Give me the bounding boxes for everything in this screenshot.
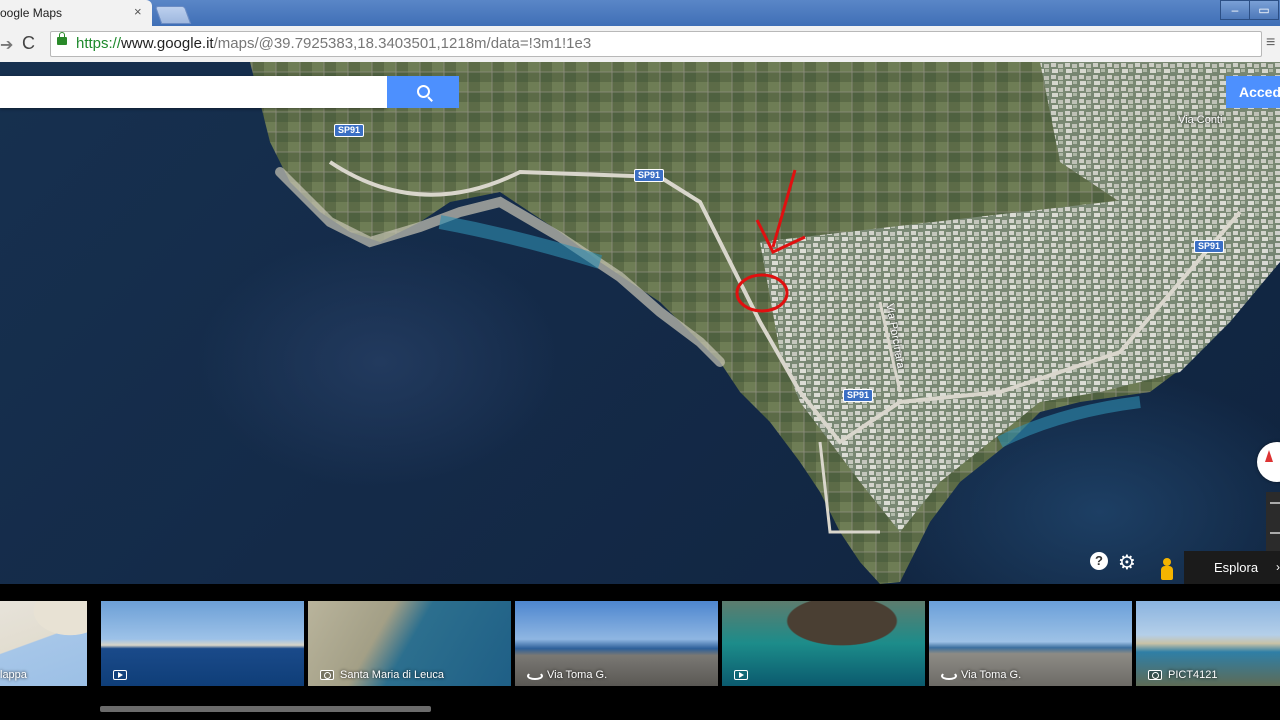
video-icon [734, 670, 748, 680]
road-label-sp91: SP91 [634, 169, 665, 182]
menu-icon[interactable]: ≡ [1266, 34, 1275, 52]
thumbnail-label: Santa Maria di Leuca [340, 669, 444, 681]
browser-toolbar: ➔ C https://www.google.it/maps/@39.79253… [0, 26, 1280, 63]
explore-button[interactable]: Esplora [1184, 551, 1280, 584]
lock-icon [57, 32, 67, 45]
address-bar[interactable]: https://www.google.it/maps/@39.7925383,1… [50, 31, 1262, 57]
thumbnail-label: Via Toma G. [547, 669, 608, 681]
maximize-button[interactable]: ▭ [1249, 0, 1279, 20]
reload-icon[interactable]: C [22, 33, 35, 54]
photo-thumbnail[interactable]: Via Toma G. [515, 601, 718, 686]
chevron-right-icon[interactable]: › [1276, 560, 1280, 574]
sign-in-button[interactable]: Acced [1226, 76, 1280, 108]
camera-icon [320, 670, 334, 680]
tab-google-maps[interactable]: oogle Maps × [0, 0, 152, 26]
thumbnail-label: PICT4121 [1168, 669, 1218, 681]
satellite-map[interactable]: Acced SP91 SP91 SP91 SP91 Via Porcinara … [0, 62, 1280, 584]
search-icon [417, 85, 430, 98]
photo-thumbnail[interactable]: Santa Maria di Leuca [308, 601, 511, 686]
title-bar: oogle Maps × – ▭ [0, 0, 1280, 26]
thumbnail-label: lappa [0, 669, 27, 681]
photo-thumbnail[interactable]: PICT4121 [1136, 601, 1280, 686]
gear-icon[interactable]: ⚙ [1118, 550, 1136, 575]
new-tab-button[interactable] [154, 6, 192, 24]
coastline-terrain [250, 62, 1280, 584]
search-input[interactable] [0, 76, 387, 108]
road-label-sp91: SP91 [334, 124, 365, 137]
url-text[interactable]: https://www.google.it/maps/@39.7925383,1… [76, 35, 591, 52]
tab-title: oogle Maps [0, 6, 63, 20]
back-arrow-icon[interactable]: ➔ [0, 35, 13, 55]
search-button[interactable] [387, 76, 459, 108]
photo-thumbnail[interactable] [722, 601, 925, 686]
photo-strip: lappa Santa Maria di Leuca Via Toma G. V… [0, 584, 1280, 720]
place-label: Via Conti [1178, 114, 1223, 126]
help-icon[interactable]: ? [1090, 552, 1108, 570]
pegman-icon[interactable] [1160, 558, 1174, 582]
video-icon [113, 670, 127, 680]
minimize-button[interactable]: – [1220, 0, 1250, 20]
close-tab-icon[interactable]: × [134, 4, 142, 19]
thumbnail-label: Via Toma G. [961, 669, 1022, 681]
photo-thumbnail[interactable]: Via Toma G. [929, 601, 1132, 686]
camera-icon [1148, 670, 1162, 680]
map-thumbnail[interactable]: lappa [0, 601, 87, 686]
photo-thumbnail[interactable] [101, 601, 304, 686]
road-label-sp91: SP91 [843, 389, 874, 402]
road-label-sp91: SP91 [1194, 240, 1225, 253]
panorama-icon [941, 672, 957, 680]
photo-strip-scrollbar[interactable] [100, 706, 431, 712]
panorama-icon [527, 672, 543, 680]
